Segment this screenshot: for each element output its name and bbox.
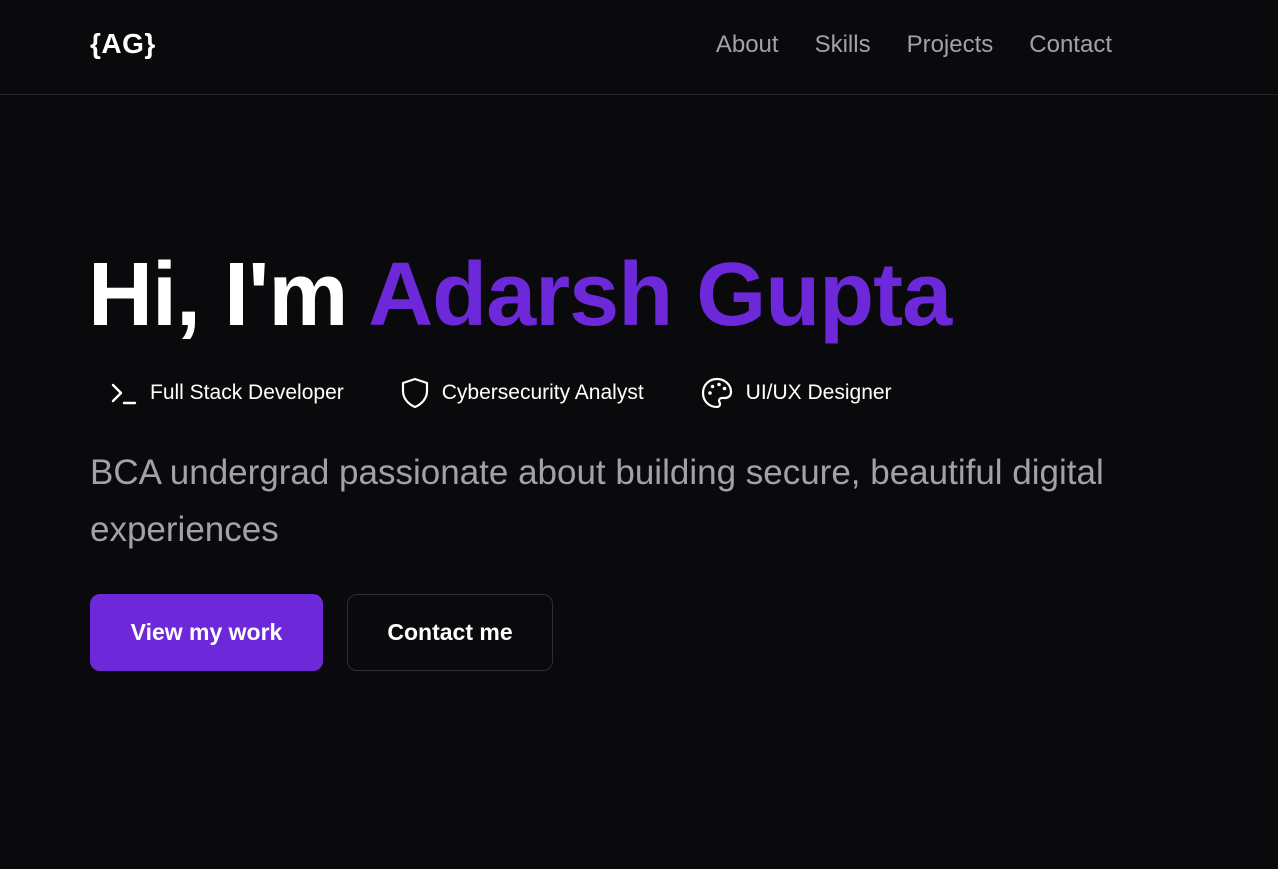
nav-links: About Skills Projects Contact [716,31,1112,59]
nav-link-contact[interactable]: Contact [1029,31,1112,59]
role-list: Full Stack Developer Cybersecurity Analy… [108,376,892,410]
hero-tagline: BCA undergrad passionate about building … [90,453,1104,549]
hero-actions: View my work Contact me [90,594,553,671]
role-label: UI/UX Designer [745,381,892,404]
terminal-icon [108,378,138,408]
role-label: Cybersecurity Analyst [441,381,644,404]
shield-icon [400,377,430,409]
role-cybersecurity: Cybersecurity Analyst [400,377,644,409]
hero-title: Hi, I'm Adarsh Gupta [88,240,952,350]
view-work-button[interactable]: View my work [90,594,323,671]
hero-greeting: Hi, I'm [88,245,369,345]
role-full-stack: Full Stack Developer [108,378,344,408]
nav-link-projects[interactable]: Projects [907,31,994,59]
hero-name: Adarsh Gupta [368,245,952,345]
role-label: Full Stack Developer [150,381,344,404]
contact-me-button[interactable]: Contact me [347,594,553,671]
navbar: {AG} About Skills Projects Contact [0,0,1278,95]
nav-link-skills[interactable]: Skills [815,31,871,59]
nav-link-about[interactable]: About [716,31,779,59]
role-uiux: UI/UX Designer [700,376,892,410]
logo[interactable]: {AG} [90,28,156,60]
palette-icon [700,376,734,410]
